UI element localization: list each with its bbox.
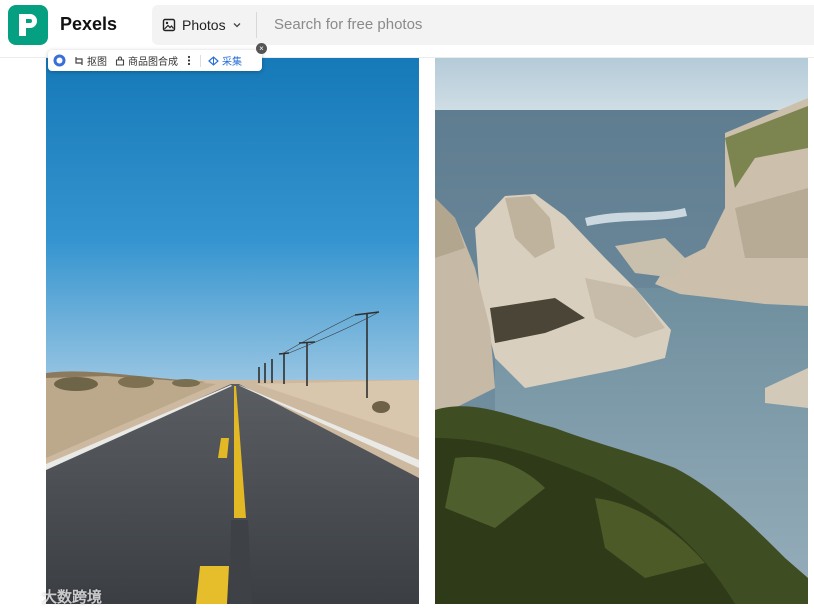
desert-highway-image: [46, 58, 419, 604]
pexels-logo-icon: [19, 14, 37, 36]
collect-button[interactable]: 采集: [208, 53, 242, 68]
pexels-logo[interactable]: [8, 5, 48, 45]
watermark-text: 大数跨境: [42, 589, 103, 606]
close-icon[interactable]: ×: [256, 43, 267, 54]
watermark-logo-icon: [9, 589, 35, 604]
photo-coastal-rocks[interactable]: [435, 58, 808, 604]
collect-label: 采集: [222, 57, 242, 68]
watermark: 大数跨境: [8, 586, 102, 607]
product-compose-label: 商品图合成: [128, 57, 178, 68]
search-type-label: Photos: [182, 17, 226, 33]
photo-desert-highway[interactable]: [46, 58, 419, 604]
brand-name[interactable]: Pexels: [60, 14, 117, 35]
top-bar: Pexels Photos Search for free photos: [0, 0, 814, 50]
search-input[interactable]: Search for free photos: [274, 5, 422, 45]
extension-logo-icon[interactable]: [53, 54, 66, 67]
search-bar[interactable]: Photos Search for free photos: [152, 5, 814, 45]
search-type-dropdown[interactable]: Photos: [162, 5, 242, 45]
cutout-button[interactable]: 抠图: [74, 53, 107, 68]
toolbar-divider: [200, 54, 201, 67]
bag-icon: [115, 56, 125, 66]
collect-icon: [208, 55, 219, 66]
extension-toolbar: 抠图 商品图合成 采集: [48, 50, 262, 71]
product-compose-button[interactable]: 商品图合成: [115, 53, 178, 68]
cutout-icon: [75, 56, 83, 65]
image-icon: [162, 18, 176, 32]
search-divider: [256, 12, 257, 38]
chevron-down-icon: [233, 23, 241, 28]
coastal-rocks-image: [435, 58, 808, 604]
more-options-icon[interactable]: [187, 55, 191, 66]
cutout-label: 抠图: [87, 57, 107, 68]
